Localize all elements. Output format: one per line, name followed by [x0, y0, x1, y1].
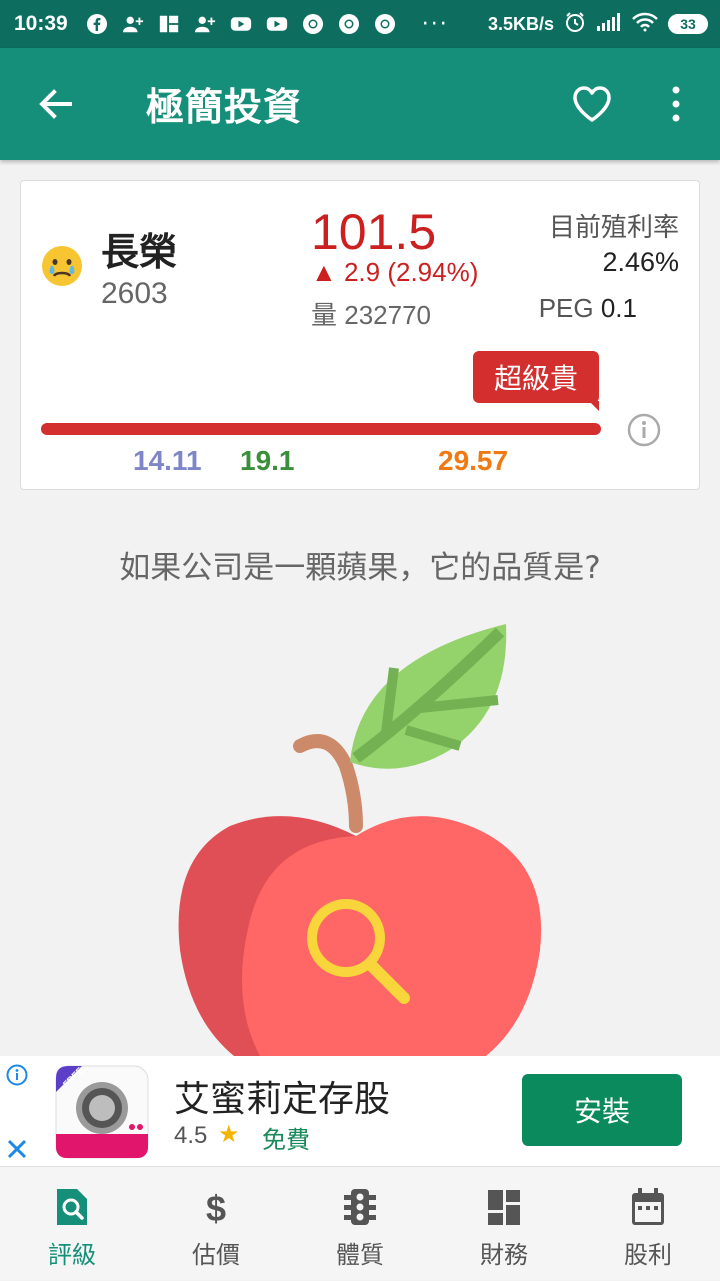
nav-item-rating[interactable]: 評級 — [0, 1167, 144, 1281]
stock-name: 長榮 — [101, 230, 178, 274]
alarm-icon — [564, 11, 586, 37]
dividend-yield-value: 2.46% — [602, 247, 679, 277]
nav-item-valuation[interactable]: $ 估價 — [144, 1167, 288, 1281]
person-add-icon — [194, 13, 216, 35]
notification-icons — [86, 13, 396, 35]
nav-label-rating: 評級 — [48, 1241, 96, 1269]
dashboard-icon — [488, 1190, 520, 1225]
volume-label: 量 — [311, 301, 338, 331]
ad-app-icon[interactable]: FREE — [54, 1064, 150, 1160]
dividend-yield-label: 目前殖利率 — [548, 213, 679, 243]
favorite-heart-icon[interactable] — [570, 82, 614, 126]
nav-item-health[interactable]: 體質 — [288, 1167, 432, 1281]
peg-label: PEG — [538, 293, 594, 323]
wifi-icon — [632, 12, 658, 36]
nav-item-dividend[interactable]: 股利 — [576, 1167, 720, 1281]
chrome-icon — [374, 13, 396, 35]
stock-code: 2603 — [101, 277, 168, 310]
info-icon[interactable] — [627, 413, 661, 447]
chrome-icon — [338, 13, 360, 35]
valuation-badge-pointer — [589, 401, 599, 411]
person-add-icon — [122, 13, 144, 35]
expensive-price-level: 29.57 — [438, 445, 509, 476]
fair-price-level: 19.1 — [240, 445, 295, 476]
app-icon — [158, 13, 180, 35]
ad-rating: 4.5 — [174, 1122, 208, 1149]
nav-item-financials[interactable]: 財務 — [432, 1167, 576, 1281]
crying-face-icon — [41, 245, 83, 287]
facebook-icon — [86, 13, 108, 35]
stock-summary-card: 長榮 2603 101.5 ▲ 2.9 (2.94%) 量 232770 目前殖… — [20, 180, 700, 490]
nav-label-valuation: 估價 — [192, 1241, 240, 1269]
ad-close-icon[interactable] — [6, 1138, 28, 1160]
valuation-badge: 超級貴 — [473, 351, 599, 403]
ad-app-title[interactable]: 艾蜜莉定存股 — [174, 1070, 390, 1122]
install-button[interactable]: 安裝 — [522, 1074, 682, 1146]
ad-price: 免費 — [262, 1126, 310, 1154]
back-arrow-icon[interactable] — [36, 84, 76, 124]
status-time: 10:39 — [14, 12, 68, 35]
chrome-icon — [302, 13, 324, 35]
peg-ratio: PEG 0.1 — [539, 293, 637, 324]
cheap-price-level: 14.11 — [133, 445, 202, 476]
status-bar: 10:39 ··· 3.5KB/s 33 — [0, 0, 720, 48]
signal-icon — [596, 12, 622, 36]
app-title: 極簡投資 — [146, 85, 303, 129]
youtube-icon — [266, 13, 288, 35]
dollar-icon: $ — [206, 1188, 226, 1227]
ad-banner[interactable]: FREE 艾蜜莉定存股 4.5 ★ 免費 安裝 — [0, 1056, 720, 1166]
volume-value: 232770 — [344, 300, 432, 330]
calendar-icon — [632, 1188, 664, 1225]
more-notifications-icon: ··· — [421, 11, 449, 37]
nav-label-health: 體質 — [336, 1241, 384, 1269]
search-doc-icon — [57, 1189, 87, 1225]
nav-label-dividend: 股利 — [624, 1241, 672, 1269]
svg-text:$: $ — [206, 1188, 226, 1227]
quality-question: 如果公司是一顆蘋果，它的品質是? — [119, 550, 601, 586]
ad-info-icon[interactable] — [6, 1064, 28, 1086]
apple-magnifier-illustration — [178, 624, 542, 1056]
bottom-navigation: 評級 $ 估價 體質 財務 股利 — [0, 1166, 720, 1280]
battery-icon: 33 — [668, 14, 708, 34]
more-options-icon[interactable] — [664, 84, 688, 124]
app-bar: 極簡投資 — [0, 48, 720, 160]
stock-price: 101.5 — [311, 204, 437, 260]
trading-volume: 量 232770 — [311, 295, 431, 332]
traffic-light-icon — [344, 1189, 376, 1225]
peg-value: 0.1 — [600, 293, 637, 323]
youtube-icon — [230, 13, 252, 35]
valuation-bar — [41, 423, 601, 435]
star-icon: ★ — [218, 1120, 240, 1148]
price-change: ▲ 2.9 (2.94%) — [311, 257, 479, 287]
network-speed: 3.5KB/s — [487, 13, 554, 34]
nav-label-financials: 財務 — [480, 1241, 528, 1269]
